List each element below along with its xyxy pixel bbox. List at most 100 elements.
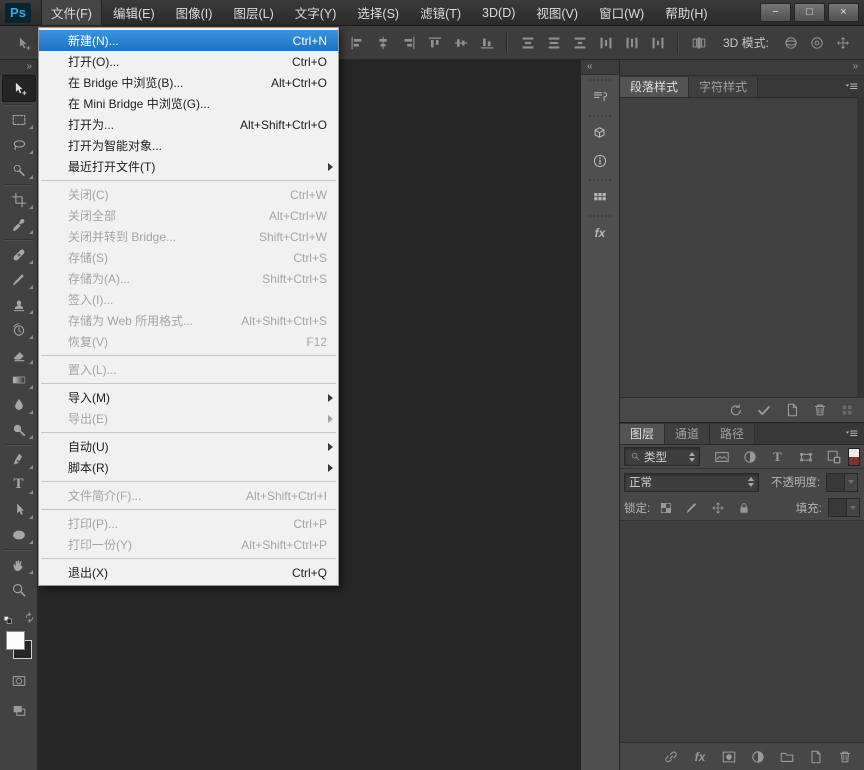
layer-filter-type-dropdown[interactable]: 类型 — [624, 447, 700, 466]
align-left-edges-icon[interactable] — [345, 31, 368, 54]
align-vertical-centers-icon[interactable] — [449, 31, 472, 54]
delete-layer-icon[interactable] — [836, 748, 854, 766]
zoom-tool[interactable] — [2, 577, 36, 602]
lock-all-icon[interactable] — [734, 498, 753, 517]
new-layer-icon[interactable] — [807, 748, 825, 766]
filter-type-layers-icon[interactable]: T — [768, 447, 787, 466]
distribute-vertical-centers-icon[interactable] — [542, 31, 565, 54]
file-menu-item-automate[interactable]: 自动(U) — [39, 436, 338, 457]
properties-panel-icon[interactable] — [581, 119, 619, 147]
distribute-bottom-edges-icon[interactable] — [568, 31, 591, 54]
new-style-icon[interactable] — [783, 401, 801, 419]
tab-channels[interactable]: 通道 — [665, 424, 710, 444]
filter-shape-layers-icon[interactable] — [796, 447, 815, 466]
file-menu-item-open[interactable]: 打开(O)...Ctrl+O — [39, 51, 338, 72]
tab-paragraph-styles[interactable]: 段落样式 — [620, 77, 689, 97]
blur-tool[interactable] — [2, 392, 36, 417]
swap-colors-icon[interactable] — [20, 608, 39, 627]
move-tool[interactable] — [2, 75, 36, 102]
paragraph-styles-panel-icon[interactable] — [581, 83, 619, 111]
layer-style-icon[interactable]: fx — [691, 748, 709, 766]
menubar-item-view[interactable]: 视图(V) — [526, 0, 588, 26]
ellipse-tool[interactable] — [2, 522, 36, 547]
quick-selection-tool[interactable] — [2, 157, 36, 182]
file-menu-item-open-as-smart-object[interactable]: 打开为智能对象... — [39, 135, 338, 156]
swatches-panel-icon[interactable] — [581, 183, 619, 211]
filter-smart-objects-icon[interactable] — [824, 447, 843, 466]
file-menu-item-open-as[interactable]: 打开为...Alt+Shift+Ctrl+O — [39, 114, 338, 135]
tools-panel-collapse-button[interactable]: » — [0, 60, 37, 75]
commit-changes-icon[interactable] — [755, 401, 773, 419]
menubar-item-image[interactable]: 图像(I) — [166, 0, 223, 26]
tab-character-styles[interactable]: 字符样式 — [689, 77, 758, 97]
clone-stamp-tool[interactable] — [2, 292, 36, 317]
styles-panel-icon[interactable]: fx — [581, 219, 619, 247]
panels-collapse-button[interactable]: » — [620, 60, 864, 76]
distribute-horizontal-centers-icon[interactable] — [620, 31, 643, 54]
filter-adjustment-layers-icon[interactable] — [740, 447, 759, 466]
panel-menu-icon[interactable] — [841, 79, 861, 94]
lock-image-pixels-icon[interactable] — [682, 498, 701, 517]
file-menu-item-open-recent[interactable]: 最近打开文件(T) — [39, 156, 338, 177]
menubar-item-help[interactable]: 帮助(H) — [655, 0, 717, 26]
layer-filtering-toggle[interactable] — [848, 448, 860, 466]
new-group-icon[interactable] — [778, 748, 796, 766]
path-selection-tool[interactable] — [2, 497, 36, 522]
tab-paths[interactable]: 路径 — [710, 424, 755, 444]
file-menu-item-exit[interactable]: 退出(X)Ctrl+Q — [39, 562, 338, 583]
quick-mask-icon[interactable] — [9, 671, 28, 690]
dodge-tool[interactable] — [2, 417, 36, 442]
file-menu-item-new[interactable]: 新建(N)...Ctrl+N — [39, 30, 338, 51]
file-menu-item-scripts[interactable]: 脚本(R) — [39, 457, 338, 478]
lock-transparent-pixels-icon[interactable] — [656, 498, 675, 517]
new-adjustment-layer-icon[interactable] — [749, 748, 767, 766]
auto-align-layers-icon[interactable] — [687, 31, 710, 54]
delete-style-icon[interactable] — [811, 401, 829, 419]
distribute-right-edges-icon[interactable] — [646, 31, 669, 54]
file-menu-item-import[interactable]: 导入(M) — [39, 387, 338, 408]
type-tool[interactable]: T — [2, 472, 36, 497]
align-bottom-edges-icon[interactable] — [475, 31, 498, 54]
eyedropper-tool[interactable] — [2, 212, 36, 237]
filter-pixel-layers-icon[interactable] — [712, 447, 731, 466]
load-default-styles-icon[interactable] — [727, 401, 745, 419]
3d-rotate-icon[interactable] — [779, 31, 802, 54]
menubar-item-3d[interactable]: 3D(D) — [472, 2, 525, 24]
foreground-color-swatch[interactable] — [6, 631, 25, 650]
pen-tool[interactable] — [2, 447, 36, 472]
default-colors-icon[interactable] — [0, 608, 18, 627]
crop-tool[interactable] — [2, 187, 36, 212]
info-panel-icon[interactable] — [581, 147, 619, 175]
distribute-top-edges-icon[interactable] — [516, 31, 539, 54]
gradient-tool[interactable] — [2, 367, 36, 392]
panel-menu-icon[interactable] — [841, 426, 861, 441]
align-top-edges-icon[interactable] — [423, 31, 446, 54]
minimize-button[interactable]: − — [760, 3, 791, 22]
menubar-item-edit[interactable]: 编辑(E) — [103, 0, 165, 26]
link-layers-icon[interactable] — [662, 748, 680, 766]
file-menu-item-browse-in-mini-bridge[interactable]: 在 Mini Bridge 中浏览(G)... — [39, 93, 338, 114]
menubar-item-window[interactable]: 窗口(W) — [589, 0, 654, 26]
align-right-edges-icon[interactable] — [397, 31, 420, 54]
history-brush-tool[interactable] — [2, 317, 36, 342]
blend-mode-dropdown[interactable]: 正常 — [624, 473, 759, 492]
3d-roll-icon[interactable] — [805, 31, 828, 54]
brush-tool[interactable] — [2, 267, 36, 292]
screen-mode-icon[interactable] — [9, 700, 28, 719]
3d-pan-icon[interactable] — [831, 31, 854, 54]
menubar-item-select[interactable]: 选择(S) — [347, 0, 409, 26]
align-horizontal-centers-icon[interactable] — [371, 31, 394, 54]
menubar-item-filter[interactable]: 滤镜(T) — [410, 0, 471, 26]
rectangular-marquee-tool[interactable] — [2, 107, 36, 132]
clear-override-icon[interactable] — [839, 401, 857, 419]
distribute-left-edges-icon[interactable] — [594, 31, 617, 54]
eraser-tool[interactable] — [2, 342, 36, 367]
menubar-item-type[interactable]: 文字(Y) — [285, 0, 347, 26]
tab-layers[interactable]: 图层 — [620, 424, 665, 444]
menubar-item-layer[interactable]: 图层(L) — [223, 0, 283, 26]
close-button[interactable]: × — [828, 3, 859, 22]
maximize-button[interactable]: □ — [794, 3, 825, 22]
lock-position-icon[interactable] — [708, 498, 727, 517]
hand-tool[interactable] — [2, 552, 36, 577]
add-layer-mask-icon[interactable] — [720, 748, 738, 766]
